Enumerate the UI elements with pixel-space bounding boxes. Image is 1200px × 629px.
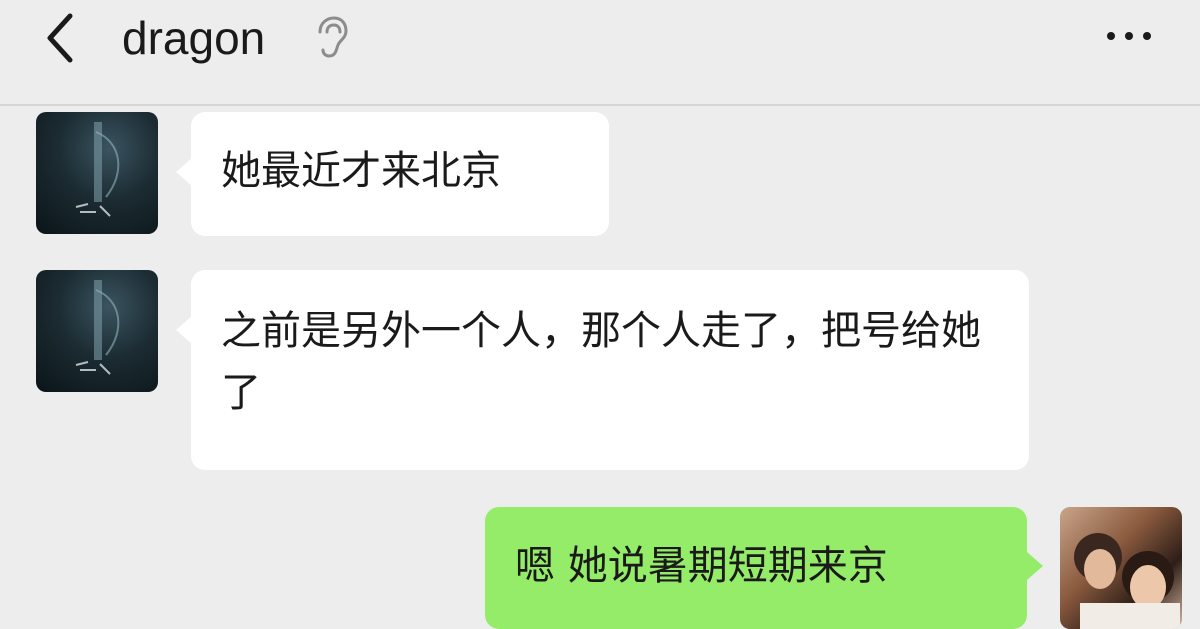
ear-icon xyxy=(318,16,348,58)
more-dot-icon xyxy=(1107,32,1115,40)
message-text: 之前是另外一个人，那个人走了，把号给她了 xyxy=(221,308,981,416)
chat-header: dragon xyxy=(0,0,1200,106)
avatar-image xyxy=(75,280,120,375)
more-dot-icon xyxy=(1125,32,1133,40)
bubble-tail xyxy=(176,316,192,344)
message-text: 她最近才来北京 xyxy=(221,148,501,194)
message-text: 嗯 她说暑期短期来京 xyxy=(515,543,888,589)
avatar-image xyxy=(75,122,120,217)
message-bubble-incoming[interactable]: 她最近才来北京 xyxy=(191,112,609,236)
avatar-dragon[interactable] xyxy=(36,112,158,234)
message-bubble-outgoing[interactable]: 嗯 她说暑期短期来京 xyxy=(485,507,1027,629)
more-options-button[interactable] xyxy=(1094,16,1164,56)
avatar-image xyxy=(1074,533,1180,629)
bubble-tail xyxy=(176,158,192,186)
avatar-dragon[interactable] xyxy=(36,270,158,392)
chat-title: dragon xyxy=(122,12,266,64)
avatar-self[interactable] xyxy=(1060,507,1182,629)
message-bubble-incoming[interactable]: 之前是另外一个人，那个人走了，把号给她了 xyxy=(191,270,1029,470)
more-dot-icon xyxy=(1143,32,1151,40)
back-button[interactable] xyxy=(30,8,90,68)
chevron-left-icon xyxy=(47,13,73,63)
bubble-tail xyxy=(1027,552,1043,580)
